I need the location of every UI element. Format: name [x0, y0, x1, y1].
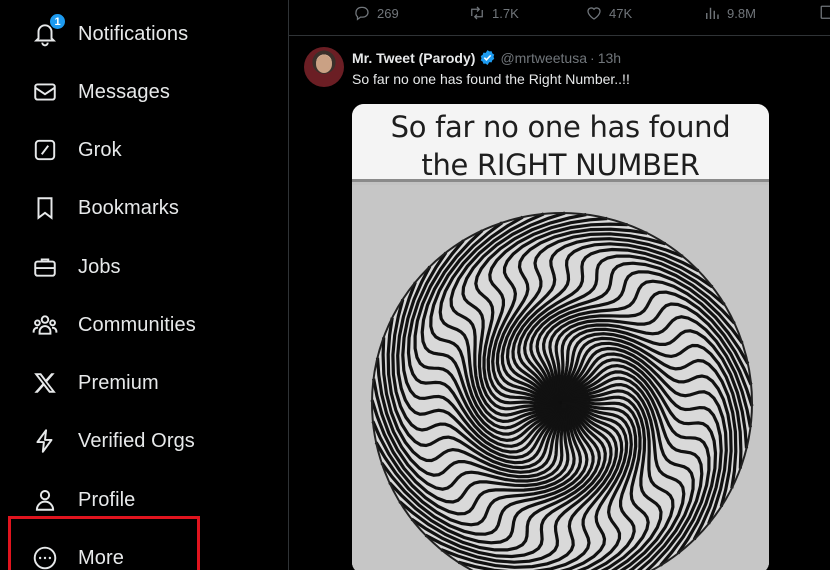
sidebar-item-communities[interactable]: Communities: [20, 302, 212, 348]
sidebar-item-label: Communities: [78, 313, 196, 336]
bell-icon: 1: [30, 13, 66, 49]
sidebar-item-grok[interactable]: Grok: [20, 127, 138, 173]
notification-badge: 1: [49, 13, 66, 30]
reply-count: 269: [377, 5, 399, 21]
repost-button[interactable]: 1.7K: [468, 4, 519, 22]
sidebar-item-label: Grok: [78, 138, 122, 161]
sidebar-item-jobs[interactable]: Jobs: [20, 244, 137, 290]
sidebar-item-messages[interactable]: Messages: [20, 69, 186, 115]
tweet-actions-bar: 269 1.7K 47K 9.8M: [289, 0, 830, 36]
author-name[interactable]: Mr. Tweet (Parody): [352, 50, 475, 66]
grok-icon: [30, 135, 60, 165]
sidebar-item-premium[interactable]: Premium: [20, 360, 175, 406]
sidebar-nav: 1 Notifications Messages Grok Bookmarks …: [0, 0, 288, 570]
sidebar-item-label: Messages: [78, 80, 170, 103]
bookmark-icon: [30, 193, 60, 223]
repost-count: 1.7K: [492, 5, 519, 21]
reply-button[interactable]: 269: [353, 4, 399, 22]
sidebar-item-label: Profile: [78, 488, 136, 511]
sidebar-item-label: Jobs: [78, 255, 121, 278]
tweet-timestamp[interactable]: 13h: [598, 50, 621, 66]
verified-badge-icon: [481, 50, 495, 65]
sidebar-item-notifications[interactable]: 1 Notifications: [20, 11, 204, 57]
highlight-box: [8, 516, 200, 570]
separator-dot: ·: [590, 49, 595, 66]
tweet-image[interactable]: So far no one has found the RIGHT NUMBER: [352, 104, 769, 570]
like-button[interactable]: 47K: [585, 4, 632, 22]
views-button[interactable]: 9.8M: [703, 4, 756, 22]
reply-icon: [355, 6, 369, 21]
people-icon: [30, 310, 60, 340]
heart-icon: [587, 7, 601, 20]
avatar[interactable]: [304, 47, 344, 87]
image-caption: So far no one has found the RIGHT NUMBER: [352, 104, 769, 182]
tweet-text: So far no one has found the Right Number…: [352, 71, 630, 87]
lightning-icon: [30, 426, 60, 456]
author-handle[interactable]: @mrtweetusa: [500, 50, 587, 66]
optical-illusion-spiral: [352, 185, 769, 570]
timeline: 269 1.7K 47K 9.8M Mr. Tweet (Parody) @mr…: [289, 0, 830, 570]
x-logo-icon: [30, 368, 60, 398]
sidebar-item-label: Premium: [78, 371, 159, 394]
person-icon: [30, 485, 60, 515]
sidebar-item-bookmarks[interactable]: Bookmarks: [20, 185, 195, 231]
sidebar-item-label: Bookmarks: [78, 196, 179, 219]
views-count: 9.8M: [727, 5, 756, 21]
like-count: 47K: [609, 5, 633, 21]
sidebar-item-label: Verified Orgs: [78, 429, 195, 452]
tweet-header: Mr. Tweet (Parody) @mrtweetusa · 13h: [352, 49, 621, 66]
repost-icon: [471, 6, 483, 20]
image-caption-line: the RIGHT NUMBER: [421, 148, 700, 182]
briefcase-icon: [30, 252, 60, 282]
tweet[interactable]: Mr. Tweet (Parody) @mrtweetusa · 13h So …: [289, 37, 830, 570]
image-caption-line: So far no one has found: [390, 110, 731, 144]
sidebar-item-label: Notifications: [78, 22, 189, 45]
share-button[interactable]: [819, 4, 830, 22]
share-icon: [820, 5, 830, 19]
bar-chart-icon: [706, 7, 719, 19]
sidebar-item-verified-orgs[interactable]: Verified Orgs: [20, 418, 211, 464]
envelope-icon: [30, 77, 60, 107]
